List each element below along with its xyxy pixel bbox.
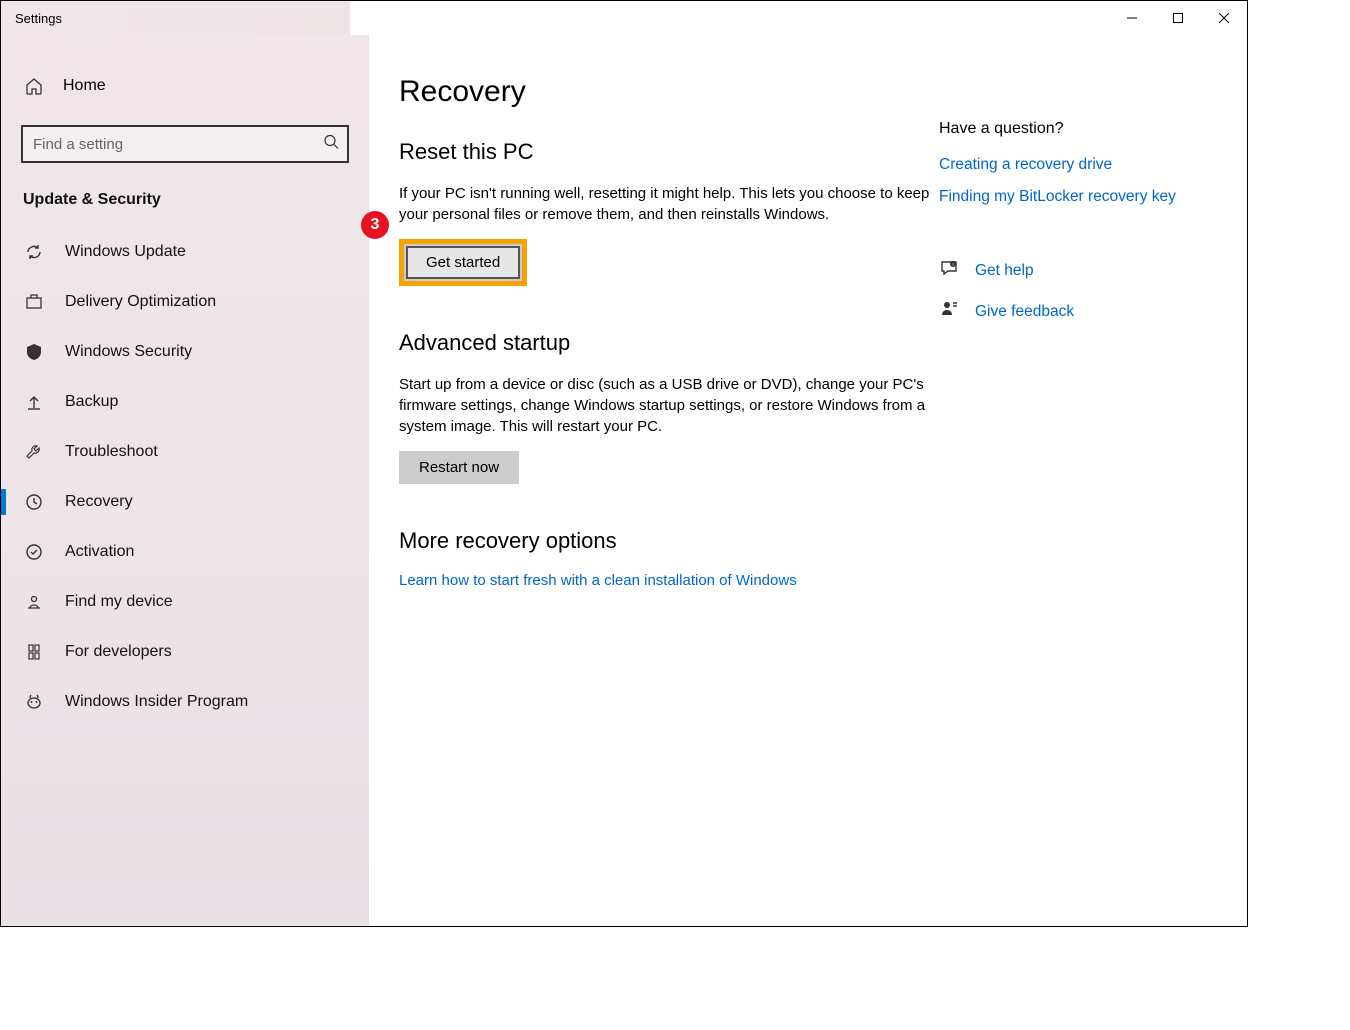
search-icon — [323, 134, 339, 155]
sidebar-item-label: Windows Insider Program — [65, 693, 248, 711]
fresh-install-link[interactable]: Learn how to start fresh with a clean in… — [399, 572, 939, 589]
sidebar-item-for-developers[interactable]: For developers — [1, 627, 369, 677]
search-input[interactable] — [21, 125, 349, 163]
sidebar-item-find-my-device[interactable]: Find my device — [1, 577, 369, 627]
sidebar-item-windows-insider[interactable]: Windows Insider Program — [1, 677, 369, 727]
sidebar-item-label: For developers — [65, 643, 172, 661]
sidebar-item-label: Backup — [65, 393, 118, 411]
sidebar-item-windows-security[interactable]: Windows Security — [1, 327, 369, 377]
home-icon — [23, 75, 45, 97]
wrench-icon — [23, 441, 45, 463]
developers-icon — [23, 641, 45, 663]
backup-icon — [23, 391, 45, 413]
sync-icon — [23, 241, 45, 263]
section-desc: If your PC isn't running well, resetting… — [399, 183, 939, 225]
insider-icon — [23, 691, 45, 713]
close-button[interactable] — [1201, 1, 1247, 35]
sidebar-item-delivery-optimization[interactable]: Delivery Optimization — [1, 277, 369, 327]
sidebar-item-troubleshoot[interactable]: Troubleshoot — [1, 427, 369, 477]
minimize-button[interactable] — [1109, 1, 1155, 35]
sidebar-item-label: Activation — [65, 543, 134, 561]
aside-action-label: Give feedback — [975, 303, 1074, 321]
sidebar-heading: Update & Security — [1, 183, 369, 227]
minimize-icon — [1126, 12, 1138, 24]
sidebar-item-label: Windows Update — [65, 243, 186, 261]
get-started-button[interactable]: Get started — [406, 246, 520, 279]
sidebar: Home Update & Security Windows Update De… — [1, 35, 369, 926]
main-content: Recovery Reset this PC If your PC isn't … — [399, 75, 939, 926]
sidebar-item-activation[interactable]: Activation — [1, 527, 369, 577]
aside-action-label: Get help — [975, 262, 1034, 280]
section-title: More recovery options — [399, 528, 939, 554]
section-desc: Start up from a device or disc (such as … — [399, 374, 939, 437]
get-help-link[interactable]: ? Get help — [939, 258, 1209, 283]
highlight-frame: Get started — [399, 239, 527, 286]
window-title: Settings — [15, 11, 62, 26]
page-title: Recovery — [399, 75, 939, 109]
give-feedback-link[interactable]: Give feedback — [939, 299, 1209, 324]
section-more-recovery: More recovery options Learn how to start… — [399, 528, 939, 589]
titlebar: Settings — [1, 1, 1247, 35]
sidebar-item-backup[interactable]: Backup — [1, 377, 369, 427]
aside-link-bitlocker[interactable]: Finding my BitLocker recovery key — [939, 188, 1209, 206]
chat-help-icon: ? — [939, 258, 959, 283]
aside-link-recovery-drive[interactable]: Creating a recovery drive — [939, 156, 1209, 174]
sidebar-item-windows-update[interactable]: Windows Update — [1, 227, 369, 277]
sidebar-item-label: Troubleshoot — [65, 443, 158, 461]
section-advanced-startup: Advanced startup Start up from a device … — [399, 330, 939, 484]
sidebar-item-label: Windows Security — [65, 343, 192, 361]
feedback-icon — [939, 299, 959, 324]
sidebar-item-recovery[interactable]: Recovery — [1, 477, 369, 527]
section-title: Advanced startup — [399, 330, 939, 356]
restart-now-button[interactable]: Restart now — [399, 451, 519, 484]
maximize-button[interactable] — [1155, 1, 1201, 35]
annotation-badge: 3 — [361, 211, 389, 239]
sidebar-item-label: Delivery Optimization — [65, 293, 216, 311]
window-controls — [1109, 1, 1247, 35]
maximize-icon — [1172, 12, 1184, 24]
sidebar-home[interactable]: Home — [1, 63, 369, 109]
section-reset-pc: Reset this PC If your PC isn't running w… — [399, 139, 939, 286]
sidebar-item-label: Find my device — [65, 593, 173, 611]
sidebar-item-label: Recovery — [65, 493, 133, 511]
close-icon — [1218, 12, 1230, 24]
aside: Have a question? Creating a recovery dri… — [939, 75, 1209, 926]
sidebar-home-label: Home — [63, 77, 106, 95]
location-icon — [23, 591, 45, 613]
check-circle-icon — [23, 541, 45, 563]
shield-icon — [23, 341, 45, 363]
recovery-icon — [23, 491, 45, 513]
aside-heading: Have a question? — [939, 120, 1209, 138]
section-title: Reset this PC — [399, 139, 939, 165]
delivery-icon — [23, 291, 45, 313]
